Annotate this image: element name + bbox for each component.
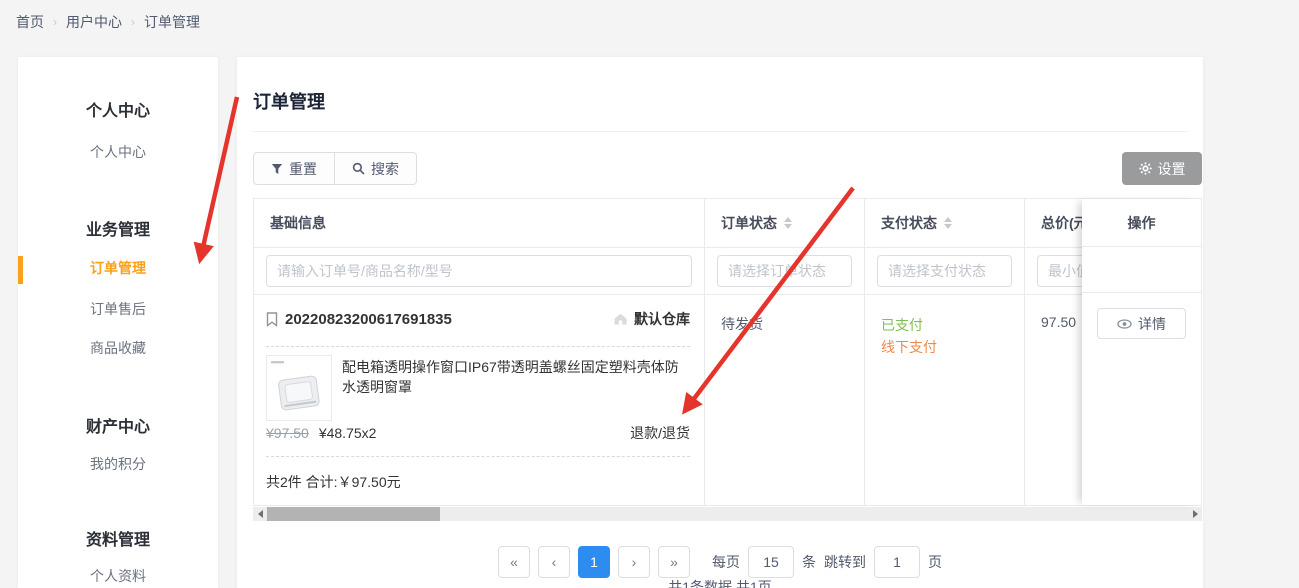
column-header-action: 操作 (1082, 199, 1201, 247)
product-name: 配电箱透明操作窗口IP67带透明盖螺丝固定塑料壳体防水透明窗罩 (342, 357, 690, 397)
sidebar-item-personal-profile[interactable]: 个人资料 (18, 566, 218, 586)
pay-status-cell: 已支付 线下支付 (865, 295, 1025, 505)
sidebar-section-property: 财产中心 (18, 413, 218, 437)
bookmark-icon (266, 312, 278, 327)
warehouse-icon (613, 312, 628, 326)
breadcrumb-separator: › (131, 15, 135, 29)
last-page-button[interactable]: » (658, 546, 690, 578)
table-header-row: 基础信息 订单状态 支付状态 总价(元) (254, 199, 1201, 248)
divider (266, 346, 690, 347)
first-page-button[interactable]: « (498, 546, 530, 578)
action-filter-cell (1082, 247, 1201, 293)
pay-status-value: 已支付 (881, 314, 1024, 336)
search-icon (352, 162, 365, 175)
sidebar-item-order-management[interactable]: 订单管理 (18, 258, 218, 278)
breadcrumb-home[interactable]: 首页 (16, 12, 44, 32)
sidebar: 个人中心 个人中心 业务管理 订单管理 订单售后 商品收藏 财产中心 我的积分 … (18, 57, 218, 588)
refund-return-link[interactable]: 退款/退货 (630, 423, 690, 443)
breadcrumb-current: 订单管理 (144, 12, 200, 32)
sidebar-item-order-aftersale[interactable]: 订单售后 (18, 299, 218, 319)
order-summary: 共2件 合计:￥97.50元 (266, 472, 401, 492)
toolbar: 重置 搜索 (253, 152, 417, 185)
prev-page-button[interactable]: ‹ (538, 546, 570, 578)
reset-button-label: 重置 (289, 159, 317, 179)
order-basic-info-cell: 20220823200617691835 默认仓库 (254, 295, 705, 505)
jump-page-input[interactable] (874, 546, 920, 578)
scrollbar-left-arrow[interactable] (253, 507, 267, 521)
breadcrumb-separator: › (53, 15, 57, 29)
divider (266, 456, 690, 457)
filter-icon (271, 163, 283, 175)
total-price-value: 97.50 (1041, 314, 1076, 330)
breadcrumb-user-center[interactable]: 用户中心 (66, 12, 122, 32)
sidebar-section-business: 业务管理 (18, 216, 218, 240)
per-page-input[interactable] (748, 546, 794, 578)
column-header-basic-info: 基础信息 (254, 199, 705, 247)
warehouse-tag: 默认仓库 (613, 309, 690, 329)
scrollbar-right-arrow[interactable] (1188, 507, 1202, 521)
sidebar-item-product-favorites[interactable]: 商品收藏 (18, 338, 218, 358)
column-header-order-status: 订单状态 (705, 199, 865, 247)
order-management-page: 首页 › 用户中心 › 订单管理 个人中心 个人中心 业务管理 订单管理 订单售… (0, 0, 1299, 588)
order-status-filter-select[interactable] (717, 255, 852, 287)
pay-status-filter-select[interactable] (877, 255, 1012, 287)
next-page-button[interactable]: › (618, 546, 650, 578)
search-button[interactable]: 搜索 (335, 152, 417, 185)
per-page-unit-label: 条 (802, 552, 816, 572)
orders-table: 基础信息 订单状态 支付状态 总价(元) (253, 198, 1202, 506)
main-panel: 订单管理 重置 搜索 设置 (237, 57, 1203, 588)
settings-button-label: 设置 (1158, 159, 1186, 179)
page-1-button[interactable]: 1 (578, 546, 610, 578)
unit-price-quantity: ¥48.75x2 (319, 425, 377, 441)
sort-order-status-icon[interactable] (784, 217, 792, 229)
gear-icon (1139, 162, 1152, 175)
jump-to-label: 跳转到 (824, 552, 866, 572)
settings-button[interactable]: 设置 (1122, 152, 1202, 185)
detail-button-label: 详情 (1138, 314, 1166, 334)
page-title: 订单管理 (253, 88, 325, 114)
title-divider (253, 131, 1187, 132)
sidebar-item-my-points[interactable]: 我的积分 (18, 454, 218, 474)
search-button-label: 搜索 (371, 159, 399, 179)
table-filter-row (254, 248, 1201, 295)
pay-method-value: 线下支付 (881, 336, 1024, 358)
sidebar-item-personal-center[interactable]: 个人中心 (18, 142, 218, 162)
reset-button[interactable]: 重置 (253, 152, 335, 185)
order-status-cell: 待发货 (705, 295, 865, 505)
detail-button[interactable]: 详情 (1097, 308, 1186, 339)
breadcrumb: 首页 › 用户中心 › 订单管理 (16, 12, 200, 32)
action-column: 操作 详情 (1082, 199, 1201, 505)
page-unit-label: 页 (928, 552, 942, 572)
order-status-value: 待发货 (721, 316, 763, 332)
original-price: ¥97.50 (266, 425, 309, 441)
keyword-filter-input[interactable] (266, 255, 692, 287)
sidebar-section-personal: 个人中心 (18, 97, 218, 121)
horizontal-scrollbar (253, 507, 1202, 521)
pagination: « ‹ 1 › » 每页 条 跳转到 页 (237, 546, 1203, 578)
eye-icon (1117, 319, 1132, 329)
scrollbar-thumb[interactable] (267, 507, 440, 521)
order-row: 20220823200617691835 默认仓库 (254, 295, 1201, 505)
sidebar-section-profile: 资料管理 (18, 526, 218, 550)
column-header-pay-status: 支付状态 (865, 199, 1025, 247)
order-number: 20220823200617691835 (266, 311, 452, 328)
pagination-summary: 共1条数据 共1页 (237, 577, 1203, 588)
product-thumbnail (266, 355, 332, 421)
sort-pay-status-icon[interactable] (944, 217, 952, 229)
per-page-label: 每页 (712, 552, 740, 572)
